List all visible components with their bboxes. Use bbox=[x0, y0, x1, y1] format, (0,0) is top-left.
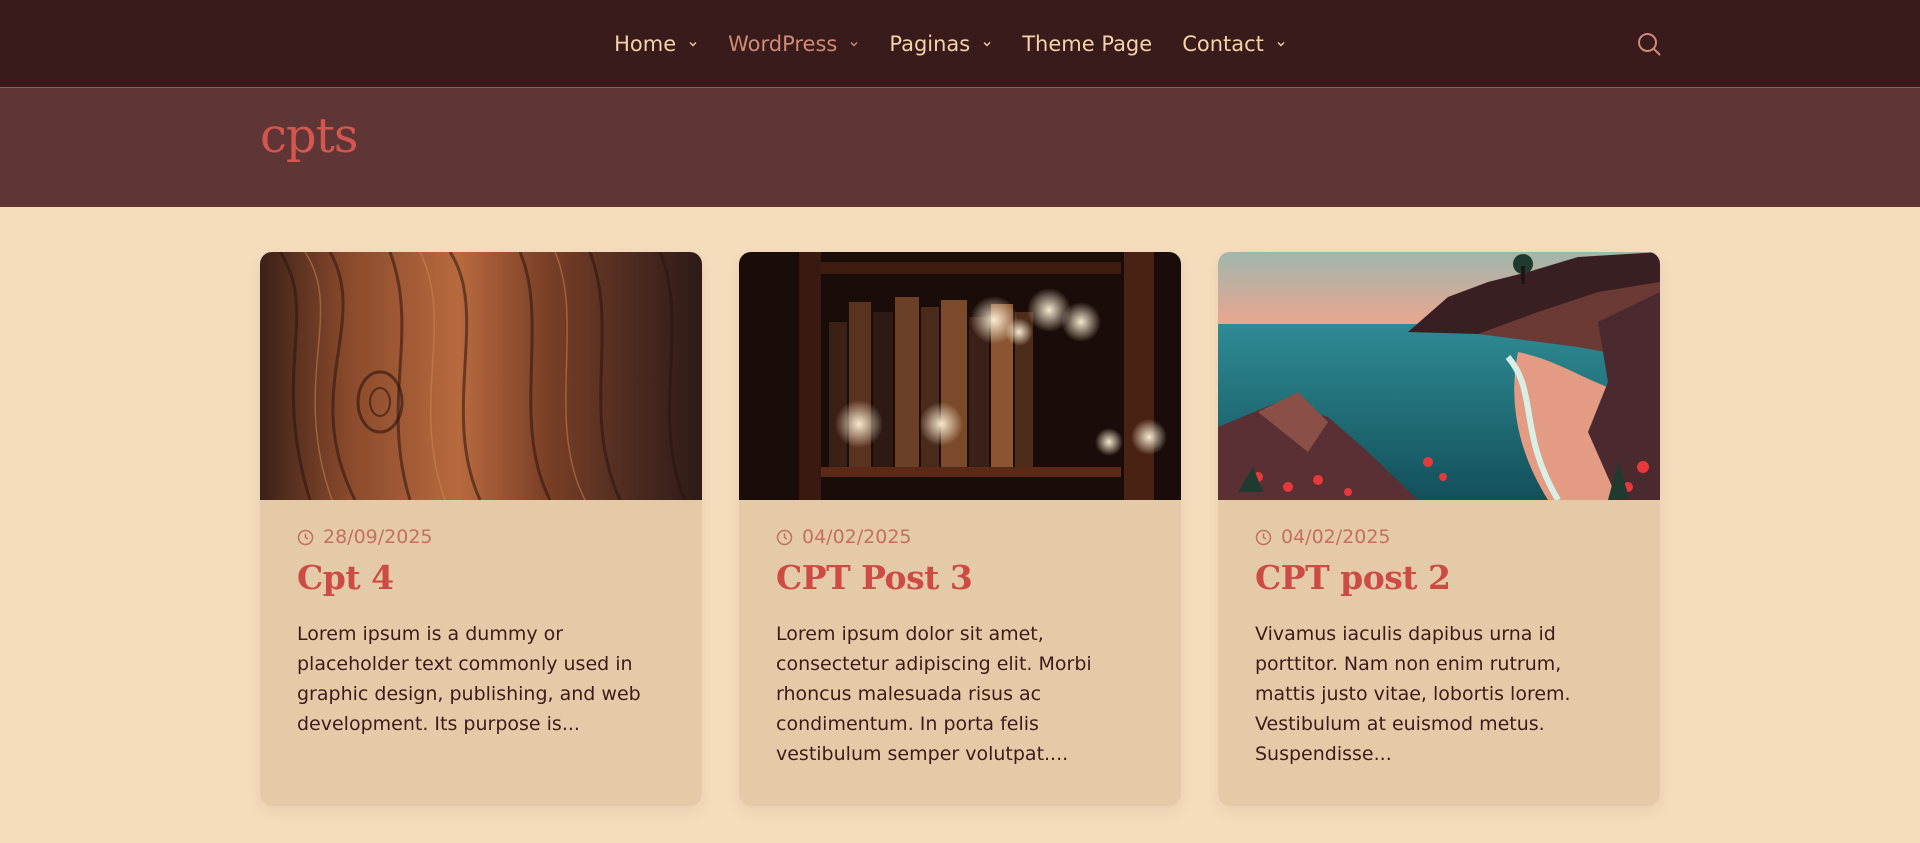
post-excerpt: Vivamus iaculis dapibus urna id porttito… bbox=[1255, 623, 1571, 765]
chevron-down-icon[interactable] bbox=[849, 39, 859, 49]
site-header: Home WordPress Paginas Theme Page Contac… bbox=[0, 0, 1920, 88]
clock-icon bbox=[297, 529, 314, 545]
post-card-body: 28/09/2025 Cpt 4 Lorem ipsum is a dummy … bbox=[260, 500, 702, 739]
nav-label-home: Home bbox=[614, 32, 677, 56]
post-thumbnail-bookshelf[interactable] bbox=[739, 252, 1181, 500]
clock-icon bbox=[1255, 529, 1272, 545]
post-title[interactable]: Cpt 4 bbox=[297, 558, 665, 597]
nav-label-contact: Contact bbox=[1182, 32, 1264, 56]
post-excerpt: Lorem ipsum dolor sit amet, consectetur … bbox=[776, 623, 1092, 765]
post-thumbnail-wood[interactable] bbox=[260, 252, 702, 500]
nav-item-home[interactable]: Home bbox=[614, 32, 698, 56]
nav-item-contact[interactable]: Contact bbox=[1182, 32, 1286, 56]
chevron-down-icon[interactable] bbox=[688, 39, 698, 49]
post-title[interactable]: CPT Post 3 bbox=[776, 558, 1144, 597]
nav-label-wordpress: WordPress bbox=[728, 32, 838, 56]
nav-label-theme-page: Theme Page bbox=[1022, 32, 1153, 56]
post-card: 04/02/2025 CPT Post 3 Lorem ipsum dolor … bbox=[739, 252, 1181, 806]
post-card-body: 04/02/2025 CPT Post 3 Lorem ipsum dolor … bbox=[739, 500, 1181, 769]
post-date: 04/02/2025 bbox=[1281, 526, 1391, 548]
page-header: cpts bbox=[0, 88, 1920, 207]
nav-item-theme-page[interactable]: Theme Page bbox=[1022, 32, 1152, 56]
nav-item-paginas[interactable]: Paginas bbox=[889, 32, 992, 56]
post-card-body: 04/02/2025 CPT post 2 Vivamus iaculis da… bbox=[1218, 500, 1660, 769]
post-thumbnail-coastline[interactable] bbox=[1218, 252, 1660, 500]
post-excerpt: Lorem ipsum is a dummy or placeholder te… bbox=[297, 623, 641, 735]
post-meta: 28/09/2025 bbox=[297, 526, 665, 548]
post-date: 04/02/2025 bbox=[802, 526, 912, 548]
chevron-down-icon[interactable] bbox=[982, 39, 992, 49]
page-title: cpts bbox=[260, 108, 359, 164]
post-card: 28/09/2025 Cpt 4 Lorem ipsum is a dummy … bbox=[260, 252, 702, 806]
post-title[interactable]: CPT post 2 bbox=[1255, 558, 1623, 597]
chevron-down-icon[interactable] bbox=[1276, 39, 1286, 49]
post-date: 28/09/2025 bbox=[323, 526, 433, 548]
nav-label-paginas: Paginas bbox=[889, 32, 971, 56]
post-meta: 04/02/2025 bbox=[776, 526, 1144, 548]
search-icon[interactable] bbox=[1636, 31, 1662, 57]
nav-item-wordpress[interactable]: WordPress bbox=[728, 32, 859, 56]
post-meta: 04/02/2025 bbox=[1255, 526, 1623, 548]
post-grid: 28/09/2025 Cpt 4 Lorem ipsum is a dummy … bbox=[260, 252, 1660, 806]
clock-icon bbox=[776, 529, 793, 545]
main-nav: Home WordPress Paginas Theme Page Contac… bbox=[0, 0, 1920, 88]
post-card: 04/02/2025 CPT post 2 Vivamus iaculis da… bbox=[1218, 252, 1660, 806]
